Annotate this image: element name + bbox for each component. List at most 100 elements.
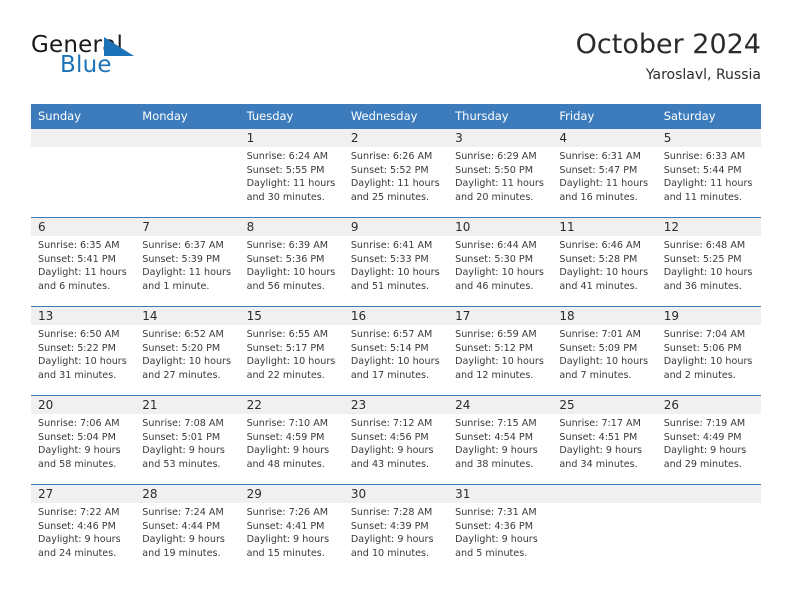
day-cell[interactable]: [31, 128, 136, 218]
weekday-header-tuesday: Tuesday: [246, 109, 294, 123]
daylight-text-line2: and 53 minutes.: [142, 458, 221, 470]
day-cell[interactable]: 15 Sunrise: 6:55 AM Sunset: 5:17 PM Dayl…: [239, 306, 344, 396]
sunrise-text: Sunrise: 7:26 AM: [246, 507, 329, 518]
day-cell[interactable]: 30 Sunrise: 7:28 AM Sunset: 4:39 PM Dayl…: [343, 484, 449, 574]
day-number: 12: [656, 218, 761, 236]
day-cell[interactable]: 18 Sunrise: 7:01 AM Sunset: 5:09 PM Dayl…: [552, 306, 657, 396]
day-cell[interactable]: [656, 484, 761, 574]
brand-logo[interactable]: General Blue: [31, 32, 271, 88]
day-cell[interactable]: 24 Sunrise: 7:15 AM Sunset: 4:54 PM Dayl…: [448, 395, 553, 485]
day-cell[interactable]: 23 Sunrise: 7:12 AM Sunset: 4:56 PM Dayl…: [343, 395, 449, 485]
day-details: Sunrise: 7:15 AM Sunset: 4:54 PM Dayligh…: [448, 414, 552, 471]
daylight-text-line2: and 34 minutes.: [559, 458, 638, 470]
day-cell[interactable]: 10 Sunrise: 6:44 AM Sunset: 5:30 PM Dayl…: [448, 217, 553, 307]
daylight-text-line1: Daylight: 11 hours: [142, 267, 232, 279]
weekday-header-monday: Monday: [142, 109, 188, 123]
day-cell[interactable]: 31 Sunrise: 7:31 AM Sunset: 4:36 PM Dayl…: [448, 484, 553, 574]
daylight-text-line2: and 30 minutes.: [246, 191, 325, 203]
sunrise-text: Sunrise: 7:01 AM: [559, 329, 641, 340]
day-cell[interactable]: 4 Sunrise: 6:31 AM Sunset: 5:47 PM Dayli…: [552, 128, 657, 218]
sunrise-text: Sunrise: 6:35 AM: [38, 240, 120, 251]
day-cell[interactable]: [135, 128, 240, 218]
daylight-text-line1: Daylight: 10 hours: [455, 356, 544, 368]
daylight-text-line1: Daylight: 10 hours: [246, 267, 336, 279]
day-details: Sunrise: 7:06 AM Sunset: 5:04 PM Dayligh…: [31, 414, 135, 471]
daylight-text-line2: and 15 minutes.: [246, 547, 325, 559]
day-cell[interactable]: 25 Sunrise: 7:17 AM Sunset: 4:51 PM Dayl…: [552, 395, 657, 485]
daylight-text-line2: and 22 minutes.: [246, 369, 325, 381]
daylight-text-line1: Daylight: 9 hours: [246, 534, 330, 546]
day-details: Sunrise: 7:24 AM Sunset: 4:44 PM Dayligh…: [135, 503, 239, 560]
daylight-text-line1: Daylight: 11 hours: [559, 178, 649, 190]
day-cell[interactable]: [552, 484, 657, 574]
day-cell[interactable]: 22 Sunrise: 7:10 AM Sunset: 4:59 PM Dayl…: [239, 395, 344, 485]
daylight-text-line2: and 29 minutes.: [663, 458, 742, 470]
day-cell[interactable]: 20 Sunrise: 7:06 AM Sunset: 5:04 PM Dayl…: [31, 395, 136, 485]
daylight-text-line2: and 31 minutes.: [38, 369, 117, 381]
day-cell[interactable]: 8 Sunrise: 6:39 AM Sunset: 5:36 PM Dayli…: [239, 217, 344, 307]
day-details: Sunrise: 6:35 AM Sunset: 5:41 PM Dayligh…: [31, 236, 135, 293]
sunset-text: Sunset: 4:39 PM: [350, 520, 429, 532]
day-cell[interactable]: 12 Sunrise: 6:48 AM Sunset: 5:25 PM Dayl…: [656, 217, 761, 307]
calendar-body: 1 Sunrise: 6:24 AM Sunset: 5:55 PM Dayli…: [31, 128, 761, 574]
sunrise-text: Sunrise: 7:06 AM: [38, 418, 120, 429]
sunset-text: Sunset: 4:41 PM: [246, 520, 325, 532]
day-number: [31, 129, 136, 147]
day-details: Sunrise: 6:52 AM Sunset: 5:20 PM Dayligh…: [135, 325, 239, 382]
day-details: Sunrise: 7:01 AM Sunset: 5:09 PM Dayligh…: [552, 325, 656, 382]
sunset-text: Sunset: 4:56 PM: [350, 431, 429, 443]
daylight-text-line2: and 1 minute.: [142, 280, 210, 292]
daylight-text-line1: Daylight: 10 hours: [350, 267, 440, 279]
sunset-text: Sunset: 5:14 PM: [350, 342, 429, 354]
day-number: 11: [552, 218, 657, 236]
sunrise-text: Sunrise: 7:15 AM: [455, 418, 537, 429]
week-row: 13 Sunrise: 6:50 AM Sunset: 5:22 PM Dayl…: [31, 306, 761, 396]
day-number: 10: [448, 218, 553, 236]
day-cell[interactable]: 26 Sunrise: 7:19 AM Sunset: 4:49 PM Dayl…: [656, 395, 761, 485]
sunrise-text: Sunrise: 6:29 AM: [455, 151, 537, 162]
day-cell[interactable]: 11 Sunrise: 6:46 AM Sunset: 5:28 PM Dayl…: [552, 217, 657, 307]
sunset-text: Sunset: 4:49 PM: [663, 431, 742, 443]
day-cell[interactable]: 17 Sunrise: 6:59 AM Sunset: 5:12 PM Dayl…: [448, 306, 553, 396]
day-cell[interactable]: 16 Sunrise: 6:57 AM Sunset: 5:14 PM Dayl…: [343, 306, 449, 396]
day-cell[interactable]: 29 Sunrise: 7:26 AM Sunset: 4:41 PM Dayl…: [239, 484, 344, 574]
sunrise-text: Sunrise: 7:17 AM: [559, 418, 641, 429]
sunset-text: Sunset: 5:09 PM: [559, 342, 638, 354]
sunrise-text: Sunrise: 6:41 AM: [350, 240, 433, 251]
day-number: 15: [239, 307, 344, 325]
sunrise-text: Sunrise: 6:57 AM: [350, 329, 433, 340]
day-cell[interactable]: 2 Sunrise: 6:26 AM Sunset: 5:52 PM Dayli…: [343, 128, 449, 218]
daylight-text-line2: and 24 minutes.: [38, 547, 117, 559]
sunrise-text: Sunrise: 6:39 AM: [246, 240, 329, 251]
daylight-text-line2: and 46 minutes.: [455, 280, 534, 292]
day-cell[interactable]: 21 Sunrise: 7:08 AM Sunset: 5:01 PM Dayl…: [135, 395, 240, 485]
sunrise-text: Sunrise: 6:44 AM: [455, 240, 537, 251]
day-cell[interactable]: 9 Sunrise: 6:41 AM Sunset: 5:33 PM Dayli…: [343, 217, 449, 307]
day-cell[interactable]: 19 Sunrise: 7:04 AM Sunset: 5:06 PM Dayl…: [656, 306, 761, 396]
sunrise-text: Sunrise: 7:24 AM: [142, 507, 224, 518]
day-cell[interactable]: 28 Sunrise: 7:24 AM Sunset: 4:44 PM Dayl…: [135, 484, 240, 574]
day-number: 7: [135, 218, 240, 236]
sunset-text: Sunset: 4:46 PM: [38, 520, 116, 532]
daylight-text-line1: Daylight: 9 hours: [559, 445, 643, 457]
day-cell[interactable]: 13 Sunrise: 6:50 AM Sunset: 5:22 PM Dayl…: [31, 306, 136, 396]
day-cell[interactable]: 5 Sunrise: 6:33 AM Sunset: 5:44 PM Dayli…: [656, 128, 761, 218]
day-cell[interactable]: 14 Sunrise: 6:52 AM Sunset: 5:20 PM Dayl…: [135, 306, 240, 396]
sunrise-text: Sunrise: 7:22 AM: [38, 507, 120, 518]
page-header: General Blue October 2024 Yaroslavl, Rus…: [31, 28, 761, 90]
day-cell[interactable]: 27 Sunrise: 7:22 AM Sunset: 4:46 PM Dayl…: [31, 484, 136, 574]
day-cell[interactable]: 1 Sunrise: 6:24 AM Sunset: 5:55 PM Dayli…: [239, 128, 344, 218]
day-details: Sunrise: 6:24 AM Sunset: 5:55 PM Dayligh…: [240, 147, 344, 204]
day-cell[interactable]: 7 Sunrise: 6:37 AM Sunset: 5:39 PM Dayli…: [135, 217, 240, 307]
daylight-text-line1: Daylight: 11 hours: [455, 178, 544, 190]
day-details: Sunrise: 7:10 AM Sunset: 4:59 PM Dayligh…: [240, 414, 344, 471]
daylight-text-line1: Daylight: 10 hours: [559, 267, 649, 279]
sunrise-text: Sunrise: 6:50 AM: [38, 329, 120, 340]
daylight-text-line1: Daylight: 10 hours: [663, 267, 753, 279]
day-cell[interactable]: 6 Sunrise: 6:35 AM Sunset: 5:41 PM Dayli…: [31, 217, 136, 307]
daylight-text-line1: Daylight: 11 hours: [246, 178, 336, 190]
day-details: Sunrise: 7:22 AM Sunset: 4:46 PM Dayligh…: [31, 503, 135, 560]
day-number: [656, 485, 761, 503]
day-number: 6: [31, 218, 136, 236]
day-cell[interactable]: 3 Sunrise: 6:29 AM Sunset: 5:50 PM Dayli…: [448, 128, 553, 218]
